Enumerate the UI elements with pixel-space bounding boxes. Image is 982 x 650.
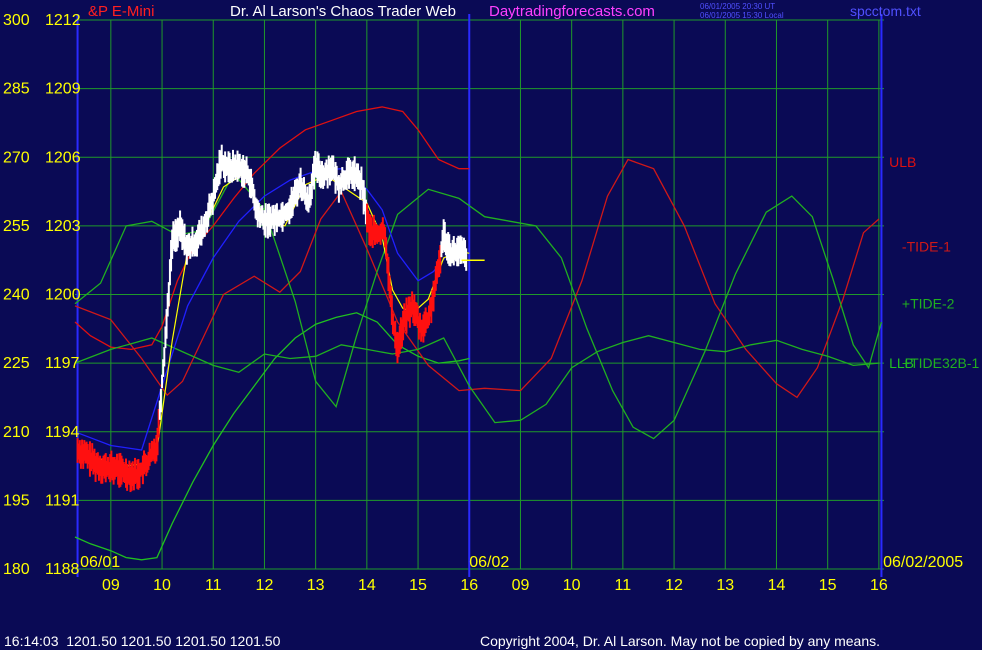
last-quote: 16:14:03 1201.50 1201.50 1201.50 1201.50 [4, 633, 281, 649]
x-tick-8: 09 [512, 577, 530, 594]
y-tick-left-6: 210 [3, 424, 30, 441]
x-tick-5: 14 [358, 577, 376, 594]
y-tick-left-0: 300 [3, 12, 30, 29]
chart: 300 1212285 1209270 1206255 1203240 1200225 11… [0, 0, 982, 650]
y-tick-right-5: 1197 [45, 355, 80, 372]
y-tick-right-4: 1200 [45, 287, 81, 304]
x-tick-9: 10 [563, 577, 581, 594]
series-label-tide32b-1: +TIDE32B-1 [902, 355, 980, 371]
date-label-0: 06/01 [80, 554, 120, 571]
x-tick-7: 16 [460, 577, 478, 594]
symbol-label: &P E-Mini [88, 3, 154, 20]
y-tick-left-4: 240 [3, 287, 30, 304]
y-tick-left-7: 195 [3, 492, 30, 509]
y-tick-left-3: 255 [3, 218, 30, 235]
y-tick-left-5: 225 [3, 355, 30, 372]
series-label-tide-1: -TIDE-1 [902, 238, 951, 254]
x-tick-3: 12 [256, 577, 274, 594]
y-tick-right-3: 1203 [45, 218, 81, 235]
x-tick-6: 15 [409, 577, 427, 594]
date-label-2: 06/02/2005 [883, 554, 963, 571]
x-tick-2: 11 [205, 577, 222, 594]
y-tick-right-1: 1209 [45, 81, 81, 98]
x-tick-12: 13 [716, 577, 734, 594]
y-tick-right-0: 1212 [45, 12, 81, 29]
copyright: Copyright 2004, Dr. Al Larson. May not b… [480, 633, 880, 649]
y-tick-left-1: 285 [3, 81, 30, 98]
y-tick-left-8: 180 [3, 561, 30, 578]
x-tick-10: 11 [615, 577, 632, 594]
chart-title: Dr. Al Larson's Chaos Trader Web [230, 3, 456, 20]
y-tick-right-2: 1206 [45, 149, 81, 166]
file-name: spcctom.txt [850, 3, 921, 19]
series-label-ulb: ULB [889, 154, 916, 170]
y-tick-right-7: 1191 [45, 492, 80, 509]
stamp-local: 06/01/2005 15:30 Local [700, 11, 784, 20]
stamp-ut: 06/01/2005 20:30 UT [700, 2, 775, 11]
x-tick-0: 09 [102, 577, 120, 594]
x-tick-11: 12 [665, 577, 683, 594]
y-tick-right-6: 1194 [45, 424, 80, 441]
date-label-1: 06/02 [469, 554, 509, 571]
y-tick-left-2: 270 [3, 149, 30, 166]
x-tick-13: 14 [768, 577, 786, 594]
chart-background [0, 0, 982, 650]
x-tick-4: 13 [307, 577, 325, 594]
x-tick-14: 15 [819, 577, 837, 594]
series-label-tide-2: +TIDE-2 [902, 296, 955, 312]
x-tick-15: 16 [870, 577, 888, 594]
site-link[interactable]: Daytradingforecasts.com [489, 3, 655, 20]
x-tick-1: 10 [153, 577, 171, 594]
y-tick-right-8: 1188 [45, 561, 80, 578]
